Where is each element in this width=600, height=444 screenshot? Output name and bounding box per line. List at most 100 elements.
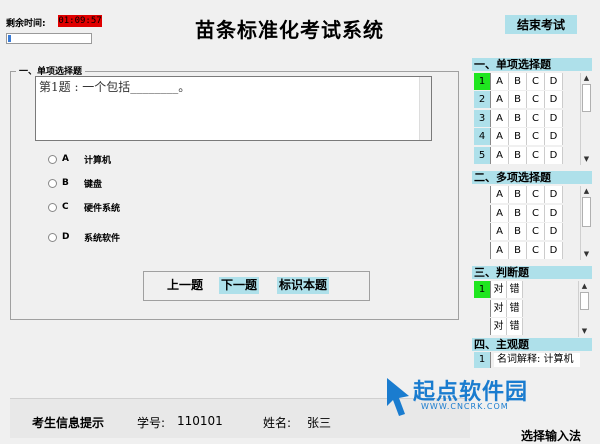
multi-choice-row: ABCD (474, 186, 563, 204)
end-exam-button[interactable]: 结束考试 (505, 15, 577, 34)
choice-cell[interactable]: B (509, 204, 527, 222)
judge-choice-cell[interactable]: 对 (491, 299, 507, 317)
choice-cell[interactable]: B (509, 223, 527, 240)
choice-cell[interactable]: A (491, 109, 509, 127)
choice-cell[interactable]: C (527, 73, 545, 90)
choice-cell[interactable]: D (545, 186, 563, 203)
input-method-button[interactable]: 选择输入法 (521, 427, 581, 444)
option-d-text: 系统软件 (84, 233, 121, 244)
choice-cell[interactable]: A (491, 73, 509, 90)
option-c[interactable]: C 硬件系统 (48, 200, 120, 214)
choice-cell[interactable]: D (545, 73, 563, 90)
multi-choice-scrollbar[interactable]: ▲ ▼ (580, 186, 592, 260)
option-a-letter: A (62, 154, 69, 164)
choice-cell[interactable]: B (509, 146, 527, 164)
time-progress-bar (6, 33, 92, 44)
choice-cell[interactable]: C (527, 186, 545, 203)
option-d[interactable]: D 系统软件 (48, 230, 120, 244)
choice-cell[interactable]: C (527, 91, 545, 109)
single-choice-scrollbar[interactable]: ▲ ▼ (580, 73, 592, 165)
choice-cell[interactable]: B (509, 128, 527, 146)
single-choice-row: 2ABCD (474, 91, 563, 109)
multi-choice-title: 二、多项选择题 (472, 171, 592, 184)
choice-cell[interactable]: B (509, 186, 527, 203)
choice-cell[interactable]: D (545, 241, 563, 259)
student-name-label: 姓名: (263, 416, 292, 430)
judge-choice-cell[interactable]: 错 (507, 318, 523, 336)
choice-cell[interactable]: B (509, 109, 527, 127)
judge-choice-cell[interactable]: 错 (507, 281, 523, 298)
subjective-number[interactable]: 1 (474, 352, 491, 368)
question-scrollbar[interactable] (419, 77, 431, 140)
question-number-cell[interactable]: 3 (474, 109, 491, 127)
option-a[interactable]: A 计算机 (48, 152, 111, 166)
choice-cell[interactable]: C (527, 223, 545, 240)
choice-cell[interactable]: C (527, 128, 545, 146)
choice-cell[interactable]: D (545, 128, 563, 146)
judge-choice-cell[interactable]: 对 (491, 281, 507, 298)
question-number-cell[interactable]: 5 (474, 146, 491, 164)
subjective-title: 四、主观题 (472, 338, 592, 351)
choice-cell[interactable]: C (527, 241, 545, 259)
watermark: 起点软件园 WWW.CNCRK.COM (383, 372, 583, 420)
option-c-radio[interactable] (48, 202, 57, 212)
question-number-cell[interactable] (474, 186, 491, 203)
choice-cell[interactable]: B (509, 91, 527, 109)
choice-cell[interactable]: C (527, 109, 545, 127)
previous-question-button[interactable]: 上一题 (165, 277, 205, 294)
student-info-label: 考生信息提示 (32, 416, 105, 430)
multi-choice-row: ABCD (474, 241, 563, 260)
question-text-area[interactable]: 第1题 : 一个包括________。 (35, 76, 432, 141)
option-b[interactable]: B 键盘 (48, 176, 102, 190)
next-question-button[interactable]: 下一题 (219, 277, 260, 294)
choice-cell[interactable]: D (545, 109, 563, 127)
student-id-label: 学号: (137, 416, 166, 430)
judge-grid: 1对错对错对错 (474, 281, 534, 337)
remaining-time-label: 剩余时间: (6, 19, 46, 29)
judge-row: 1对错 (474, 281, 523, 299)
judge-choice-cell[interactable]: 对 (491, 318, 507, 336)
remaining-time-value: 01:09:57 (58, 15, 102, 27)
option-b-radio[interactable] (48, 178, 57, 188)
choice-cell[interactable]: A (491, 204, 509, 222)
student-id-value: 110101 (177, 414, 223, 428)
app-title: 苗条标准化考试系统 (195, 18, 384, 42)
question-number-cell[interactable]: 1 (474, 73, 491, 90)
question-number-cell[interactable]: 4 (474, 128, 491, 146)
student-name-value: 张三 (307, 416, 332, 430)
option-c-letter: C (62, 202, 69, 212)
question-number-cell[interactable]: 2 (474, 91, 491, 109)
judge-title: 三、判断题 (472, 266, 592, 279)
choice-cell[interactable]: A (491, 186, 509, 203)
choice-cell[interactable]: D (545, 204, 563, 222)
choice-cell[interactable]: A (491, 241, 509, 259)
judge-choice-cell[interactable]: 错 (507, 299, 523, 317)
choice-cell[interactable]: D (545, 91, 563, 109)
option-d-radio[interactable] (48, 232, 57, 242)
question-number-cell[interactable] (474, 318, 491, 336)
choice-cell[interactable]: A (491, 146, 509, 164)
option-b-letter: B (62, 178, 69, 188)
choice-cell[interactable]: C (527, 146, 545, 164)
judge-scrollbar[interactable]: ▲ ▼ (578, 281, 590, 337)
choice-cell[interactable]: B (509, 73, 527, 90)
choice-cell[interactable]: D (545, 223, 563, 240)
choice-cell[interactable]: C (527, 204, 545, 222)
option-a-radio[interactable] (48, 154, 57, 164)
question-number-cell[interactable]: 1 (474, 281, 491, 298)
judge-row: 对错 (474, 299, 523, 318)
single-choice-row: 4ABCD (474, 128, 563, 146)
choice-cell[interactable]: A (491, 91, 509, 109)
choice-cell[interactable]: A (491, 223, 509, 240)
choice-cell[interactable]: D (545, 146, 563, 164)
question-number-cell[interactable] (474, 204, 491, 222)
subjective-question-text[interactable]: 名词解释: 计算机 (494, 353, 580, 367)
question-number-cell[interactable] (474, 241, 491, 259)
choice-cell[interactable]: B (509, 241, 527, 259)
time-progress-fill (8, 35, 11, 42)
single-choice-title: 一、单项选择题 (472, 58, 592, 71)
question-number-cell[interactable] (474, 299, 491, 317)
question-number-cell[interactable] (474, 223, 491, 240)
mark-question-button[interactable]: 标识本题 (277, 277, 330, 294)
choice-cell[interactable]: A (491, 128, 509, 146)
